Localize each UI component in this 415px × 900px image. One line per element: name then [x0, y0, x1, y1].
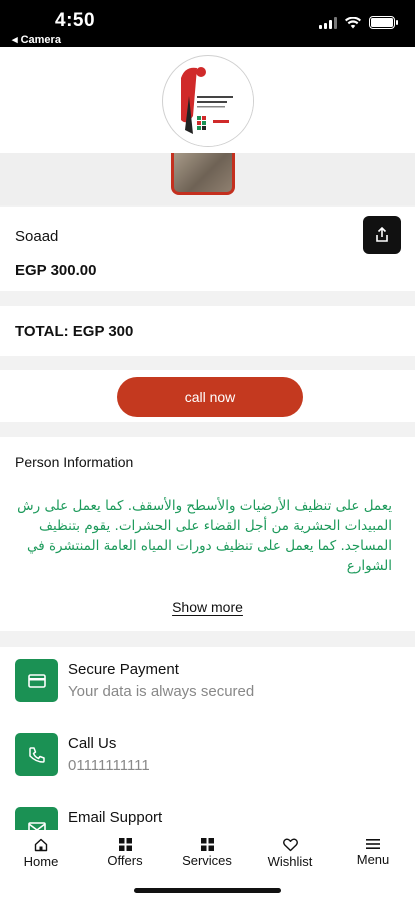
- person-description: يعمل على تنظيف الأرضيات والأسطح والأسقف.…: [17, 498, 392, 574]
- show-more-link[interactable]: Show more: [172, 599, 243, 615]
- card-icon: [15, 659, 58, 702]
- nav-home[interactable]: Home: [1, 838, 81, 869]
- cellular-signal-icon: [319, 16, 337, 29]
- status-icons: [319, 16, 398, 29]
- nav-offers[interactable]: Offers: [85, 838, 165, 868]
- cta-card: call now: [0, 370, 415, 422]
- heart-icon: [282, 838, 298, 852]
- home-icon: [34, 838, 48, 852]
- grid-icon: [118, 838, 132, 851]
- features-card: Secure Payment Your data is always secur…: [0, 647, 415, 830]
- product-card: Soaad EGP 300.00: [0, 207, 415, 291]
- nav-label: Services: [182, 853, 232, 868]
- nav-wishlist[interactable]: Wishlist: [250, 838, 330, 869]
- nav-label: Menu: [356, 852, 390, 867]
- back-to-camera-link[interactable]: ◂ Camera: [12, 33, 61, 46]
- feature-title: Call Us: [68, 735, 117, 752]
- feature-call-us[interactable]: Call Us 01111111111: [15, 733, 405, 781]
- status-time: 4:50: [55, 10, 96, 31]
- feature-title: Email Support: [68, 809, 163, 826]
- battery-icon: [369, 16, 398, 29]
- hamburger-icon: [366, 839, 380, 849]
- show-more-wrapper: Show more: [0, 599, 415, 615]
- logo-header: [0, 47, 415, 153]
- brand-logo: [162, 55, 254, 147]
- nav-label: Wishlist: [267, 854, 313, 869]
- wifi-icon: [345, 16, 361, 28]
- profile-photo[interactable]: [171, 153, 235, 195]
- feature-title: Secure Payment: [68, 661, 179, 678]
- status-bar: 4:50 ◂ Camera: [0, 0, 415, 47]
- nav-label: Home: [23, 854, 59, 869]
- total-card: TOTAL: EGP 300: [0, 306, 415, 356]
- share-icon: [376, 227, 388, 242]
- product-price: EGP 300.00: [15, 262, 97, 279]
- nav-label: Offers: [107, 853, 143, 868]
- product-name: Soaad: [15, 228, 59, 245]
- total-amount: TOTAL: EGP 300: [15, 323, 134, 340]
- call-now-button[interactable]: call now: [117, 377, 303, 417]
- home-indicator: [134, 888, 281, 893]
- person-info-card: Person Information يعمل على تنظيف الأرضي…: [0, 437, 415, 631]
- grid-icon: [200, 838, 214, 851]
- nav-services[interactable]: Services: [167, 838, 247, 868]
- phone-icon: [15, 733, 58, 776]
- nav-menu[interactable]: Menu: [333, 838, 413, 867]
- feature-secure-payment: Secure Payment Your data is always secur…: [15, 659, 405, 707]
- mail-icon: [15, 807, 58, 830]
- share-button[interactable]: [363, 216, 401, 254]
- feature-subtitle: Your data is always secured: [68, 683, 255, 700]
- phone-number[interactable]: 01111111111: [68, 757, 150, 774]
- section-title: Person Information: [15, 454, 134, 470]
- feature-email-support[interactable]: Email Support: [15, 807, 405, 830]
- image-gallery: [0, 153, 415, 205]
